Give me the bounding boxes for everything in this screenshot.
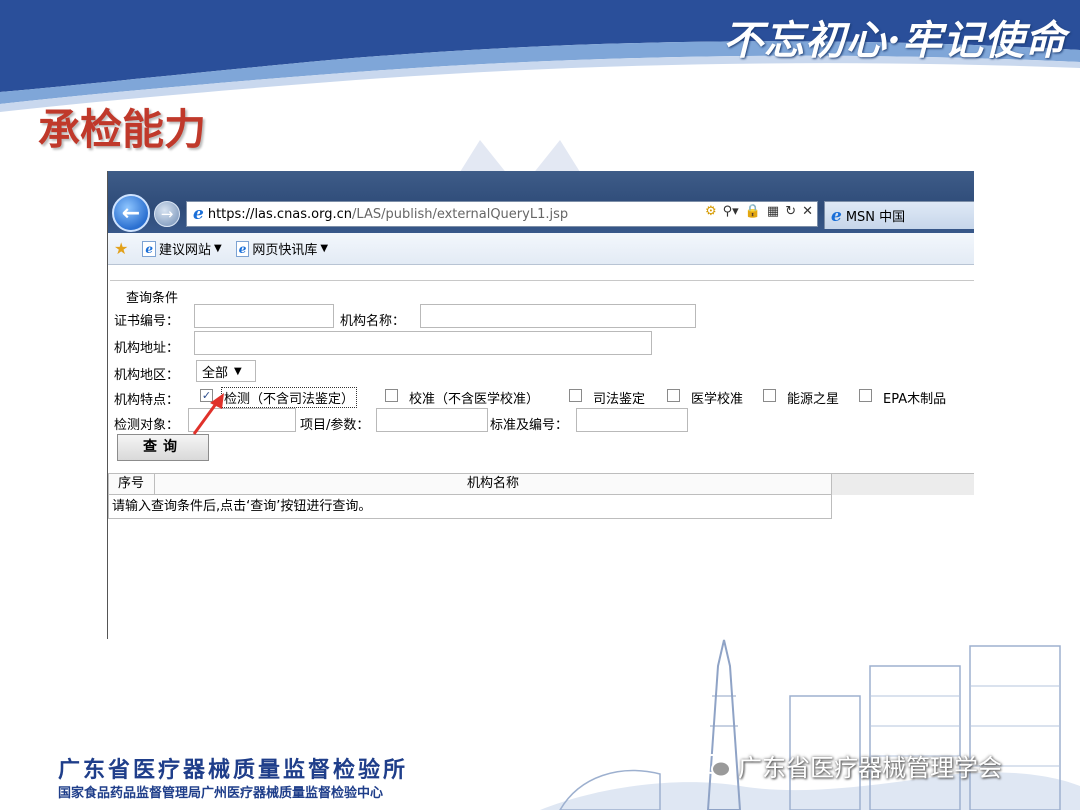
slogan-text: 不忘初心·牢记使命: [723, 17, 1066, 64]
feature-label-testing[interactable]: 检测（不含司法鉴定）: [220, 387, 358, 408]
item-param-input[interactable]: [376, 408, 488, 432]
browser-titlebar: ← → e https://las.cnas.org.cn/LAS/publis…: [108, 171, 974, 233]
item-param-label: 项目/参数：: [300, 418, 370, 433]
favorites-item-suggested-sites[interactable]: e 建议网站 ▼: [142, 239, 222, 258]
query-conditions-fieldset: 查询条件 证书编号： 机构名称： 机构地址： 机构地区： 全部 ▼ 机构特点： …: [110, 280, 974, 461]
slide-title: 承检能力: [38, 105, 207, 154]
chevron-down-icon: ▼: [214, 243, 222, 254]
feature-checkbox-judicial[interactable]: [569, 389, 582, 402]
query-page: 查询条件 证书编号： 机构名称： 机构地址： 机构地区： 全部 ▼ 机构特点： …: [108, 266, 974, 639]
feature-label-judicial[interactable]: 司法鉴定: [593, 388, 645, 407]
address-bar[interactable]: e https://las.cnas.org.cn/LAS/publish/ex…: [186, 201, 818, 227]
ie-page-icon: e: [193, 204, 204, 224]
back-arrow-icon[interactable]: ←: [112, 194, 150, 232]
compat-view-icon[interactable]: ⚙: [705, 204, 717, 219]
wechat-watermark: 广东省医疗器械管理学会: [700, 748, 1002, 783]
search-icon[interactable]: ⚲▾: [723, 204, 739, 219]
feature-label-energy-star[interactable]: 能源之星: [787, 388, 839, 407]
org-name-input[interactable]: [420, 304, 696, 328]
column-header-org-name: 机构名称: [466, 476, 519, 491]
favorites-item-label: 建议网站: [158, 243, 211, 258]
lock-icon[interactable]: 🔒: [745, 204, 761, 219]
url-domain: las.cnas.org.cn: [254, 206, 353, 222]
footer-org-name: 广东省医疗器械质量监督检验所: [58, 757, 409, 783]
red-arrow-annotation-icon: [192, 393, 224, 435]
chevron-down-icon: ▼: [234, 365, 242, 377]
results-empty-message: 请输入查询条件后,点击‘查询’按钮进行查询。: [108, 495, 832, 519]
org-address-label: 机构地址：: [114, 341, 180, 356]
standard-label: 标准及编号：: [490, 418, 569, 433]
url-scheme: https://: [207, 206, 255, 222]
cert-no-input[interactable]: [194, 304, 334, 328]
tab-ie-icon: e: [831, 205, 842, 226]
region-select[interactable]: 全部 ▼: [196, 360, 256, 382]
org-address-input[interactable]: [194, 331, 652, 355]
feature-checkbox-epa[interactable]: [859, 389, 872, 402]
address-tools: ⚙ ⚲▾ 🔒 ▦ ↻ ✕: [705, 204, 813, 219]
browser-tab[interactable]: e MSN 中国: [824, 201, 974, 229]
ie-page-icon: e: [235, 240, 250, 257]
browser-window: ← → e https://las.cnas.org.cn/LAS/publis…: [107, 171, 974, 639]
org-name-label: 机构名称：: [340, 314, 406, 329]
wechat-account-name: 广东省医疗器械管理学会: [738, 754, 1002, 782]
test-object-label: 检测对象：: [114, 418, 180, 433]
ie-page-icon: e: [142, 240, 156, 257]
feature-label-medical[interactable]: 医学校准: [691, 388, 743, 407]
tab-title: MSN 中国: [845, 210, 906, 225]
feature-label-calibration[interactable]: 校准（不含医学校准）: [409, 388, 539, 407]
favorites-item-web-slice[interactable]: e 网页快讯库 ▼: [235, 239, 329, 258]
favorites-star-icon[interactable]: ★: [114, 239, 128, 258]
favorites-bar: ★ e 建议网站 ▼ e 网页快讯库 ▼: [108, 233, 974, 265]
region-select-value: 全部: [202, 365, 229, 381]
fieldset-legend: 查询条件: [122, 287, 183, 306]
results-header-row: 序号 机构名称: [108, 473, 832, 495]
region-label: 机构地区：: [114, 368, 180, 383]
column-header-index: 序号: [109, 474, 155, 494]
certificate-icon[interactable]: ▦: [767, 204, 779, 219]
favorites-item-label: 网页快讯库: [252, 243, 318, 258]
stop-icon[interactable]: ✕: [802, 204, 813, 219]
refresh-icon[interactable]: ↻: [785, 204, 796, 219]
footer-org-subtitle: 国家食品药品监督管理局广州医疗器械质量监督检验中心: [58, 786, 384, 801]
forward-arrow-icon[interactable]: →: [154, 201, 180, 227]
results-header-filler: [832, 473, 974, 495]
feature-label-epa[interactable]: EPA木制品: [883, 388, 946, 407]
city-skyline-illustration: [540, 639, 1080, 810]
features-label: 机构特点：: [114, 393, 180, 408]
wechat-icon: [700, 753, 731, 777]
cert-no-label: 证书编号：: [114, 314, 180, 329]
chevron-down-icon: ▼: [320, 243, 329, 254]
feature-checkbox-calibration[interactable]: [385, 389, 398, 402]
url-path: /LAS/publish/externalQueryL1.jsp: [352, 206, 569, 222]
feature-checkbox-medical[interactable]: [667, 389, 680, 402]
standard-input[interactable]: [576, 408, 688, 432]
feature-checkbox-energy-star[interactable]: [763, 389, 776, 402]
